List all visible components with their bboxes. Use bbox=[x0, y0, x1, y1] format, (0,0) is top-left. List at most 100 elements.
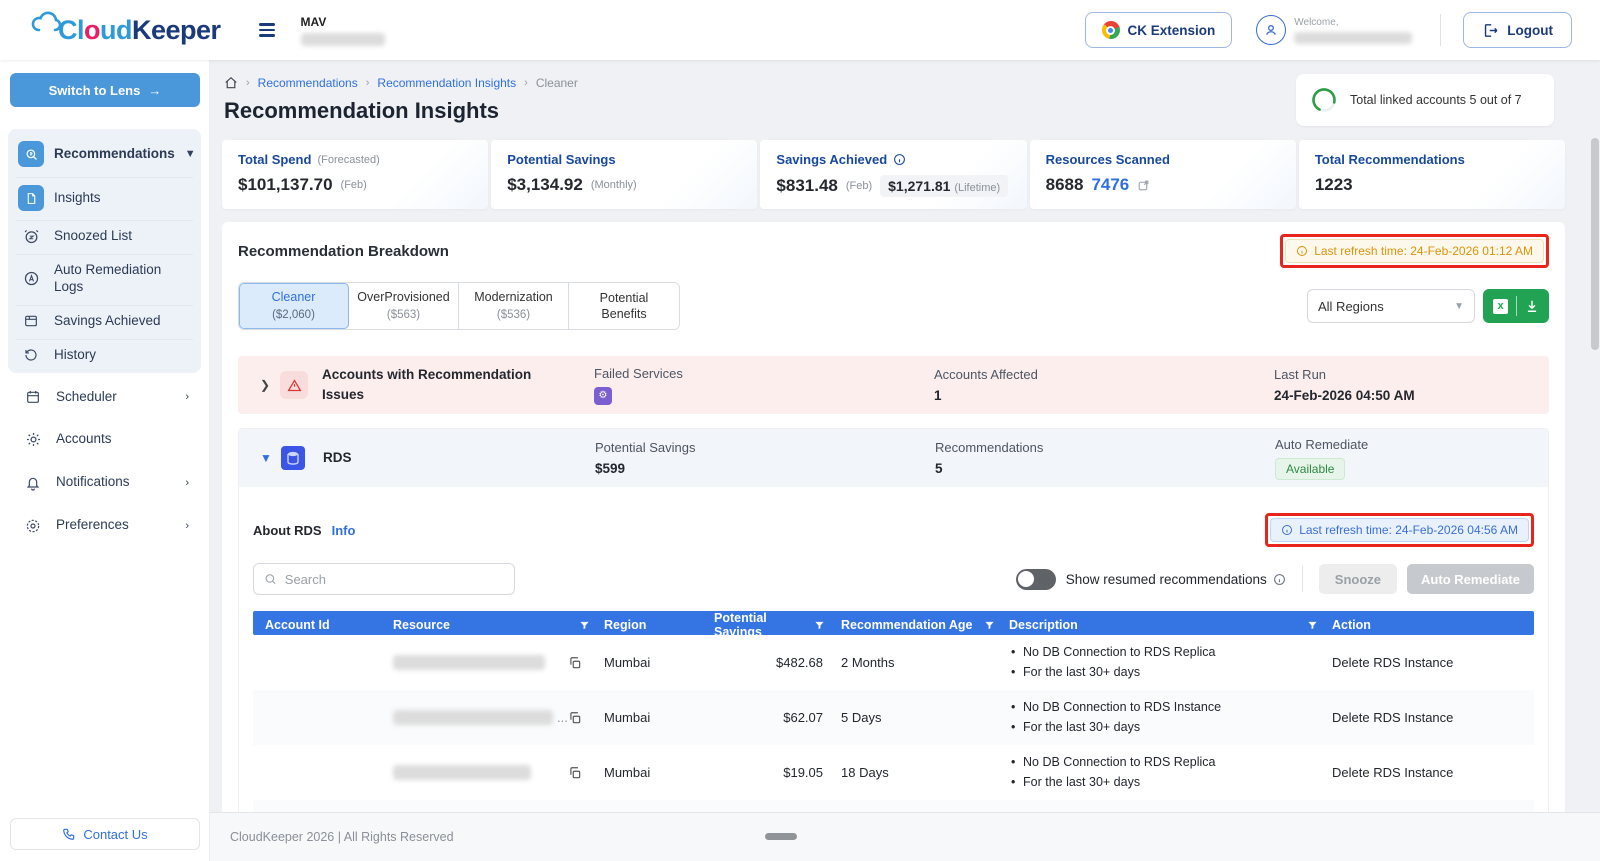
chevron-down-icon: ▼ bbox=[1454, 301, 1464, 312]
search-input[interactable] bbox=[285, 572, 504, 587]
recommendations-icon bbox=[18, 141, 44, 167]
export-excel-button[interactable]: x bbox=[1483, 289, 1549, 323]
accounts-gear-icon bbox=[20, 431, 46, 448]
recommendation-breakdown-panel: Recommendation Breakdown Last refresh ti… bbox=[222, 222, 1565, 812]
copy-icon[interactable] bbox=[568, 711, 604, 725]
filter-icon[interactable] bbox=[984, 620, 995, 631]
breakdown-title: Recommendation Breakdown bbox=[238, 243, 449, 260]
stat-card-potential-savings: Potential Savings $3,134.92(Monthly) bbox=[491, 140, 757, 209]
excel-icon[interactable]: x bbox=[1485, 299, 1516, 314]
resource-name-redacted bbox=[393, 710, 553, 725]
last-refresh-badge-rds: Last refresh time: 24-Feb-2026 04:56 AM bbox=[1270, 518, 1529, 542]
collapse-rds-chevron-icon[interactable]: ▼ bbox=[251, 451, 281, 465]
vertical-scrollbar-thumb[interactable] bbox=[1591, 138, 1599, 350]
filter-icon[interactable] bbox=[814, 620, 825, 631]
stat-card-savings-achieved: Savings Achieved $831.48(Feb) $1,271.81 … bbox=[760, 140, 1026, 209]
arrow-right-icon: → bbox=[148, 83, 161, 98]
sidebar-item-preferences[interactable]: Preferences › bbox=[8, 507, 201, 544]
client-info: MAV bbox=[301, 15, 385, 46]
table-row[interactable]: Mumbai $482.68 2 Months No DB Connection… bbox=[253, 635, 1534, 690]
filter-icon[interactable] bbox=[1307, 620, 1318, 631]
show-resumed-toggle[interactable] bbox=[1016, 569, 1056, 590]
logo-text: Cl bbox=[58, 15, 84, 46]
sidebar-item-snoozed-list[interactable]: Snoozed List bbox=[16, 220, 193, 252]
recommendations-group: Recommendations ▼ Insights Snoozed List bbox=[8, 129, 201, 373]
breadcrumb-recommendations[interactable]: Recommendations bbox=[258, 76, 358, 90]
chevron-right-icon: › bbox=[185, 391, 189, 403]
rds-detail-body: About RDSInfo Last refresh time: 24-Feb-… bbox=[239, 487, 1548, 812]
logout-icon bbox=[1482, 22, 1499, 39]
accounts-affected: Accounts Affected 1 bbox=[934, 367, 1274, 403]
top-header: CloudKeeper MAV CK Extension Welcome, Lo… bbox=[0, 0, 1600, 60]
history-icon bbox=[18, 347, 44, 363]
recommendations-table: Account Id Resource Region Potential Sav… bbox=[253, 611, 1534, 812]
rds-title: RDS bbox=[323, 448, 595, 468]
info-link[interactable]: Info bbox=[332, 523, 356, 538]
table-row[interactable]: ... Mumbai $62.07 5 Days No DB Connectio… bbox=[253, 690, 1534, 745]
sidebar-item-savings-achieved[interactable]: Savings Achieved bbox=[16, 305, 193, 337]
snooze-button[interactable]: Snooze bbox=[1319, 564, 1397, 594]
horizontal-scrollbar-thumb[interactable] bbox=[765, 833, 797, 840]
table-row[interactable]: Mumbai $19.05 18 Days No DB Connection t… bbox=[253, 745, 1534, 800]
region-filter-select[interactable]: All Regions ▼ bbox=[1307, 289, 1475, 323]
annotation-box-red: Last refresh time: 24-Feb-2026 04:56 AM bbox=[1265, 513, 1534, 547]
tab-modernization[interactable]: Modernization ($536) bbox=[459, 283, 569, 329]
stat-card-resources-scanned: Resources Scanned 8688 7476 bbox=[1030, 140, 1296, 209]
sidebar-item-recommendations[interactable]: Recommendations ▼ bbox=[8, 133, 201, 175]
insights-icon bbox=[18, 185, 44, 211]
savings-achieved-icon bbox=[18, 313, 44, 329]
tab-overprovisioned[interactable]: OverProvisioned ($563) bbox=[349, 283, 459, 329]
breadcrumb-recommendation-insights[interactable]: Recommendation Insights bbox=[377, 76, 516, 90]
info-icon bbox=[1281, 524, 1293, 536]
resource-name-redacted bbox=[393, 655, 545, 670]
copy-icon[interactable] bbox=[568, 656, 604, 670]
client-name: MAV bbox=[301, 15, 385, 29]
cloudkeeper-logo: CloudKeeper bbox=[30, 15, 221, 46]
filter-icon[interactable] bbox=[579, 620, 590, 631]
external-link-icon[interactable] bbox=[1137, 179, 1150, 192]
download-icon[interactable] bbox=[1517, 299, 1547, 313]
sidebar-item-scheduler[interactable]: Scheduler › bbox=[8, 379, 201, 416]
user-avatar-icon bbox=[1256, 15, 1286, 45]
lifetime-savings-badge: $1,271.81 (Lifetime) bbox=[880, 175, 1008, 197]
logout-button[interactable]: Logout bbox=[1463, 12, 1572, 48]
sidebar-item-notifications[interactable]: Notifications › bbox=[8, 464, 201, 501]
info-icon[interactable] bbox=[893, 153, 906, 166]
sidebar-item-history[interactable]: History bbox=[16, 339, 193, 371]
switch-to-lens-button[interactable]: Switch to Lens → bbox=[10, 73, 200, 107]
hamburger-menu-icon[interactable] bbox=[259, 23, 275, 36]
bell-icon bbox=[20, 475, 46, 491]
resource-name-redacted bbox=[393, 765, 531, 780]
accounts-issues-row: ❯ Accounts with Recommendation Issues Fa… bbox=[238, 356, 1549, 414]
welcome-label: Welcome, bbox=[1294, 15, 1412, 28]
sidebar-item-auto-remediation-logs[interactable]: Auto Remediation Logs bbox=[16, 254, 193, 303]
home-icon[interactable] bbox=[224, 76, 238, 90]
breadcrumb-cleaner: Cleaner bbox=[536, 76, 578, 90]
search-box[interactable] bbox=[253, 563, 515, 595]
sidebar-item-insights[interactable]: Insights bbox=[16, 177, 193, 218]
failed-services: Failed Services ⚙ bbox=[594, 366, 934, 405]
expand-issues-chevron-icon[interactable]: ❯ bbox=[250, 378, 280, 392]
failed-service-icon[interactable]: ⚙ bbox=[594, 387, 612, 405]
tab-potential-benefits[interactable]: Potential Benefits bbox=[569, 283, 679, 329]
rds-recommendations: Recommendations 5 bbox=[935, 440, 1275, 476]
table-row[interactable]: Mumbai $17.74 3 Days No DB Connection to… bbox=[253, 800, 1534, 812]
chevron-right-icon: › bbox=[185, 477, 189, 489]
ck-extension-button[interactable]: CK Extension bbox=[1085, 12, 1233, 48]
copyright-text: CloudKeeper 2026 | All Rights Reserved bbox=[230, 830, 454, 844]
info-icon bbox=[1296, 245, 1308, 257]
chevron-down-icon: ▼ bbox=[185, 148, 196, 160]
warning-triangle-icon bbox=[280, 371, 308, 399]
contact-us-button[interactable]: Contact Us bbox=[10, 818, 200, 850]
progress-ring-icon bbox=[1310, 86, 1338, 114]
phone-icon bbox=[62, 827, 76, 841]
info-icon[interactable] bbox=[1273, 573, 1286, 586]
copy-icon[interactable] bbox=[568, 766, 604, 780]
stat-card-total-recommendations: Total Recommendations 1223 bbox=[1299, 140, 1565, 209]
auto-remediate-button[interactable]: Auto Remediate bbox=[1407, 564, 1534, 594]
sidebar-item-accounts[interactable]: Accounts bbox=[8, 421, 201, 458]
tab-cleaner[interactable]: Cleaner ($2,060) bbox=[239, 283, 349, 329]
user-info[interactable]: Welcome, bbox=[1256, 15, 1412, 45]
preferences-icon bbox=[20, 518, 46, 534]
client-id-redacted bbox=[301, 33, 385, 46]
